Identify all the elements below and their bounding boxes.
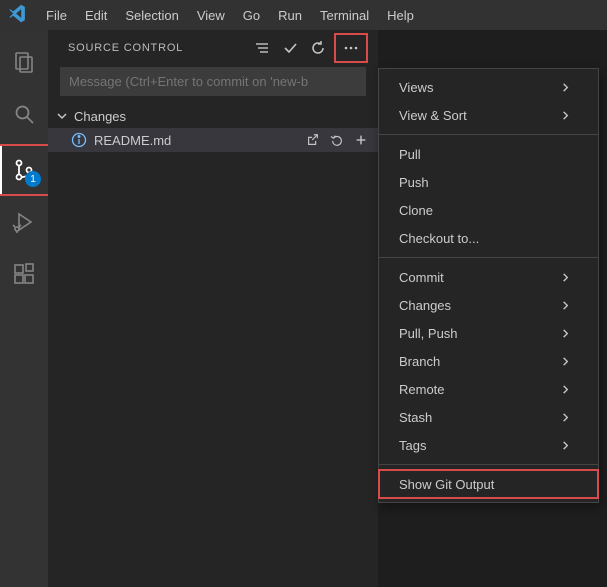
menu-item-branch[interactable]: Branch: [379, 347, 598, 375]
activity-source-control[interactable]: 1: [0, 146, 48, 194]
menu-item-label: Clone: [399, 203, 433, 218]
menu-terminal[interactable]: Terminal: [312, 4, 377, 27]
menu-separator: [379, 134, 598, 135]
scm-badge: 1: [25, 171, 41, 187]
commit-check-icon[interactable]: [280, 38, 300, 58]
menu-item-label: View & Sort: [399, 108, 467, 123]
chevron-right-icon: [558, 270, 572, 284]
view-as-tree-icon[interactable]: [252, 38, 272, 58]
menu-item-label: Commit: [399, 270, 444, 285]
activity-bar: 1: [0, 30, 48, 587]
file-row[interactable]: README.md: [48, 128, 378, 152]
changes-label: Changes: [74, 109, 126, 124]
menu-item-label: Views: [399, 80, 433, 95]
menu-view[interactable]: View: [189, 4, 233, 27]
menu-item-label: Pull, Push: [399, 326, 458, 341]
chevron-right-icon: [558, 326, 572, 340]
chevron-right-icon: [558, 382, 572, 396]
menu-item-label: Tags: [399, 438, 426, 453]
menu-item-label: Stash: [399, 410, 432, 425]
panel-actions: [252, 35, 366, 61]
file-info-icon: [70, 131, 88, 149]
menu-edit[interactable]: Edit: [77, 4, 115, 27]
vscode-logo-icon: [8, 4, 30, 26]
menu-item-view-sort[interactable]: View & Sort: [379, 101, 598, 129]
activity-explorer[interactable]: [0, 38, 48, 86]
menu-item-tags[interactable]: Tags: [379, 431, 598, 459]
changes-section[interactable]: Changes: [48, 104, 378, 128]
scm-more-actions-menu: Views View & Sort Pull Push Clone Checkout to…: [378, 68, 599, 503]
menu-bar: File Edit Selection View Go Run Terminal…: [38, 4, 422, 27]
file-row-actions: [304, 131, 370, 149]
discard-changes-icon[interactable]: [328, 131, 346, 149]
menu-item-pull-push[interactable]: Pull, Push: [379, 319, 598, 347]
menu-item-views[interactable]: Views: [379, 73, 598, 101]
menu-item-show-git-output[interactable]: Show Git Output: [379, 470, 598, 498]
menu-item-label: Branch: [399, 354, 440, 369]
title-bar: File Edit Selection View Go Run Terminal…: [0, 0, 607, 30]
menu-run[interactable]: Run: [270, 4, 310, 27]
chevron-right-icon: [558, 108, 572, 122]
chevron-right-icon: [558, 298, 572, 312]
chevron-right-icon: [558, 80, 572, 94]
menu-item-remote[interactable]: Remote: [379, 375, 598, 403]
open-file-icon[interactable]: [304, 131, 322, 149]
menu-separator: [379, 257, 598, 258]
menu-item-label: Push: [399, 175, 429, 190]
chevron-right-icon: [558, 410, 572, 424]
menu-item-label: Show Git Output: [399, 477, 494, 492]
activity-search[interactable]: [0, 90, 48, 138]
activity-extensions[interactable]: [0, 250, 48, 298]
menu-file[interactable]: File: [38, 4, 75, 27]
chevron-right-icon: [558, 438, 572, 452]
menu-item-label: Pull: [399, 147, 421, 162]
menu-item-push[interactable]: Push: [379, 168, 598, 196]
chevron-right-icon: [558, 354, 572, 368]
panel-title: SOURCE CONTROL: [68, 42, 183, 54]
menu-item-pull[interactable]: Pull: [379, 140, 598, 168]
menu-go[interactable]: Go: [235, 4, 268, 27]
menu-selection[interactable]: Selection: [117, 4, 186, 27]
stage-changes-icon[interactable]: [352, 131, 370, 149]
file-name: README.md: [94, 133, 171, 148]
chevron-down-icon: [54, 108, 70, 124]
source-control-panel: SOURCE CONTROL Changes README.md: [48, 30, 378, 587]
menu-item-label: Changes: [399, 298, 451, 313]
menu-item-clone[interactable]: Clone: [379, 196, 598, 224]
more-actions-button[interactable]: [336, 35, 366, 61]
menu-separator: [379, 464, 598, 465]
activity-run-debug[interactable]: [0, 198, 48, 246]
panel-header: SOURCE CONTROL: [48, 30, 378, 65]
commit-message-input[interactable]: [60, 67, 366, 96]
menu-item-commit[interactable]: Commit: [379, 263, 598, 291]
menu-item-label: Remote: [399, 382, 445, 397]
refresh-icon[interactable]: [308, 38, 328, 58]
menu-item-checkout-to[interactable]: Checkout to...: [379, 224, 598, 252]
menu-help[interactable]: Help: [379, 4, 422, 27]
menu-item-changes[interactable]: Changes: [379, 291, 598, 319]
menu-item-stash[interactable]: Stash: [379, 403, 598, 431]
menu-item-label: Checkout to...: [399, 231, 479, 246]
